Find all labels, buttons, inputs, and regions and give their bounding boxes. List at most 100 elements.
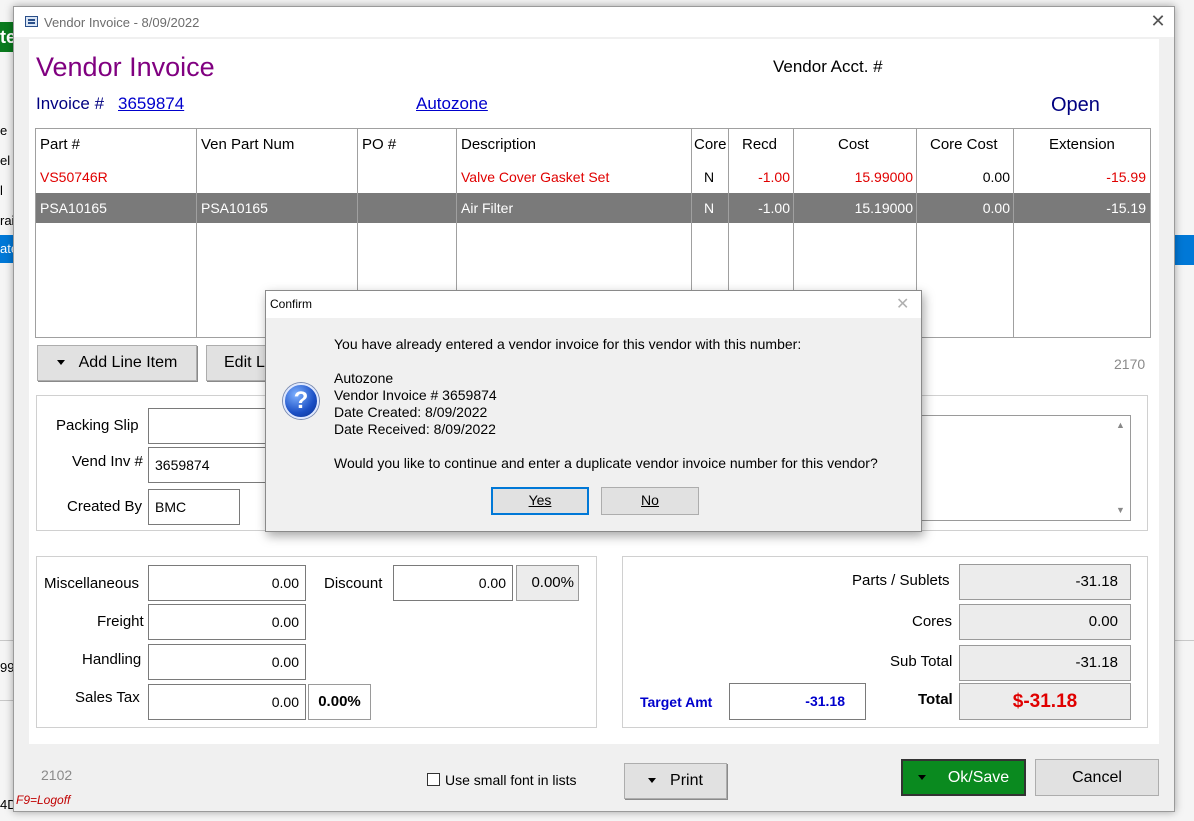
created-by-label: Created By [67,498,143,515]
sales-tax-percent: 0.00% [308,684,371,720]
notes-textarea[interactable]: ▲ ▼ [919,415,1131,521]
cell-recd[interactable]: -1.00 [732,169,790,185]
yes-label: Yes [528,492,552,508]
dialog-date-received: Date Received: 8/09/2022 [334,421,496,437]
target-amt-label: Target Amt [640,694,713,710]
code-number: 2102 [41,767,73,783]
small-font-checkbox[interactable] [427,773,440,786]
handling-label: Handling [82,651,142,668]
cell-core[interactable]: N [704,169,714,185]
cell-core-cost[interactable]: 0.00 [919,169,1010,185]
column-header-part[interactable]: Part # [40,136,80,153]
cell-cost[interactable]: 15.99000 [796,169,913,185]
cell-description[interactable]: Valve Cover Gasket Set [461,169,609,185]
background-selected-row-right [1175,235,1194,265]
packing-slip-input[interactable] [148,408,278,444]
grid-column [917,129,1014,337]
subtotal-value: -31.18 [959,645,1131,681]
discount-percent: 0.00% [516,565,579,601]
vendor-name-link[interactable]: Autozone [416,94,488,114]
edit-line-item-label: Edit Li [224,354,269,371]
column-header-po[interactable]: PO # [362,136,396,153]
confirm-dialog: Confirm ✕ ? You have already entered a v… [265,290,922,532]
ok-save-label: Ok/Save [947,769,1010,786]
invoice-status: Open [1051,94,1100,116]
ok-save-button[interactable]: Ok/Save [901,759,1026,796]
window-close-icon[interactable]: ✕ [1148,11,1168,31]
cell-extension[interactable]: -15.99 [1016,169,1146,185]
f9-logoff-hint: F9=Logoff [16,793,71,807]
cancel-button[interactable]: Cancel [1035,759,1159,796]
code-number: 2170 [1114,356,1146,372]
freight-input[interactable]: 0.00 [148,604,306,640]
no-label: No [641,492,659,508]
background-text-fragment: 99 [0,660,14,675]
cell-part[interactable]: VS50746R [40,169,108,185]
background-text-fragment: 4D [0,797,14,812]
handling-input[interactable]: 0.00 [148,644,306,680]
column-header-description[interactable]: Description [461,136,536,153]
chevron-down-icon [648,778,657,784]
chevron-down-icon [917,775,926,781]
vend-inv-input[interactable]: 3659874 [148,447,278,483]
title-bar: Vendor Invoice - 8/09/2022 ✕ [14,7,1174,37]
cell-core[interactable]: N [704,200,714,216]
sales-tax-input[interactable]: 0.00 [148,684,306,720]
cell-ven-part[interactable]: PSA10165 [201,200,268,216]
window-icon [25,16,38,27]
column-header-ven-part[interactable]: Ven Part Num [201,136,294,153]
freight-label: Freight [97,613,144,630]
dialog-title-bar: Confirm ✕ [266,291,921,318]
invoice-label: Invoice # [36,94,105,113]
background-text-fragment: rai [0,213,14,228]
dialog-vendor: Autozone [334,370,394,386]
discount-label: Discount [324,575,383,592]
created-by-input[interactable]: BMC [148,489,240,525]
total-value: $-31.18 [959,683,1131,720]
target-amt-input[interactable]: -31.18 [729,683,866,720]
dialog-date-created: Date Created: 8/09/2022 [334,404,488,420]
no-button[interactable]: No [601,487,699,515]
cell-cost[interactable]: 15.19000 [796,200,913,216]
background-divider [0,640,14,641]
sales-tax-label: Sales Tax [75,689,140,706]
scroll-up-icon[interactable]: ▲ [1116,420,1125,430]
add-line-item-button[interactable]: Add Line Item [37,345,197,381]
background-text-fragment: el [0,153,11,168]
column-header-extension[interactable]: Extension [1049,136,1115,153]
subtotal-label: Sub Total [890,653,953,670]
dialog-question: Would you like to continue and enter a d… [334,455,878,471]
column-header-cost[interactable]: Cost [838,136,869,153]
total-label: Total [918,691,953,708]
window-title: Vendor Invoice - 8/09/2022 [44,15,200,30]
misc-label: Miscellaneous [44,575,140,592]
column-header-recd[interactable]: Recd [742,136,777,153]
discount-input[interactable]: 0.00 [393,565,513,601]
small-font-label[interactable]: Use small font in lists [445,772,576,788]
scroll-down-icon[interactable]: ▼ [1116,505,1125,515]
dialog-title: Confirm [270,297,313,311]
misc-input[interactable]: 0.00 [148,565,306,601]
background-text-fragment: e [0,123,8,138]
background-divider [0,700,14,701]
print-label: Print [670,772,703,789]
column-header-core-cost[interactable]: Core Cost [930,136,998,153]
cell-description[interactable]: Air Filter [461,200,513,216]
cell-extension[interactable]: -15.19 [1016,200,1146,216]
invoice-number-link[interactable]: 3659874 [118,94,184,114]
cell-part[interactable]: PSA10165 [40,200,107,216]
column-header-core[interactable]: Core [694,136,727,153]
dialog-message-line: You have already entered a vendor invoic… [334,336,802,352]
chevron-down-icon [56,360,65,366]
background-text-fragment: l [0,183,3,198]
dialog-close-icon[interactable]: ✕ [896,294,909,314]
background-green-tab: te [0,22,14,52]
vendor-acct-label: Vendor Acct. # [773,57,883,76]
print-button[interactable]: Print [624,763,727,799]
cell-recd[interactable]: -1.00 [732,200,790,216]
yes-button[interactable]: Yes [491,487,589,515]
grid-column [36,129,197,337]
parts-sublets-value: -31.18 [959,564,1131,600]
cell-core-cost[interactable]: 0.00 [919,200,1010,216]
cores-value: 0.00 [959,604,1131,640]
